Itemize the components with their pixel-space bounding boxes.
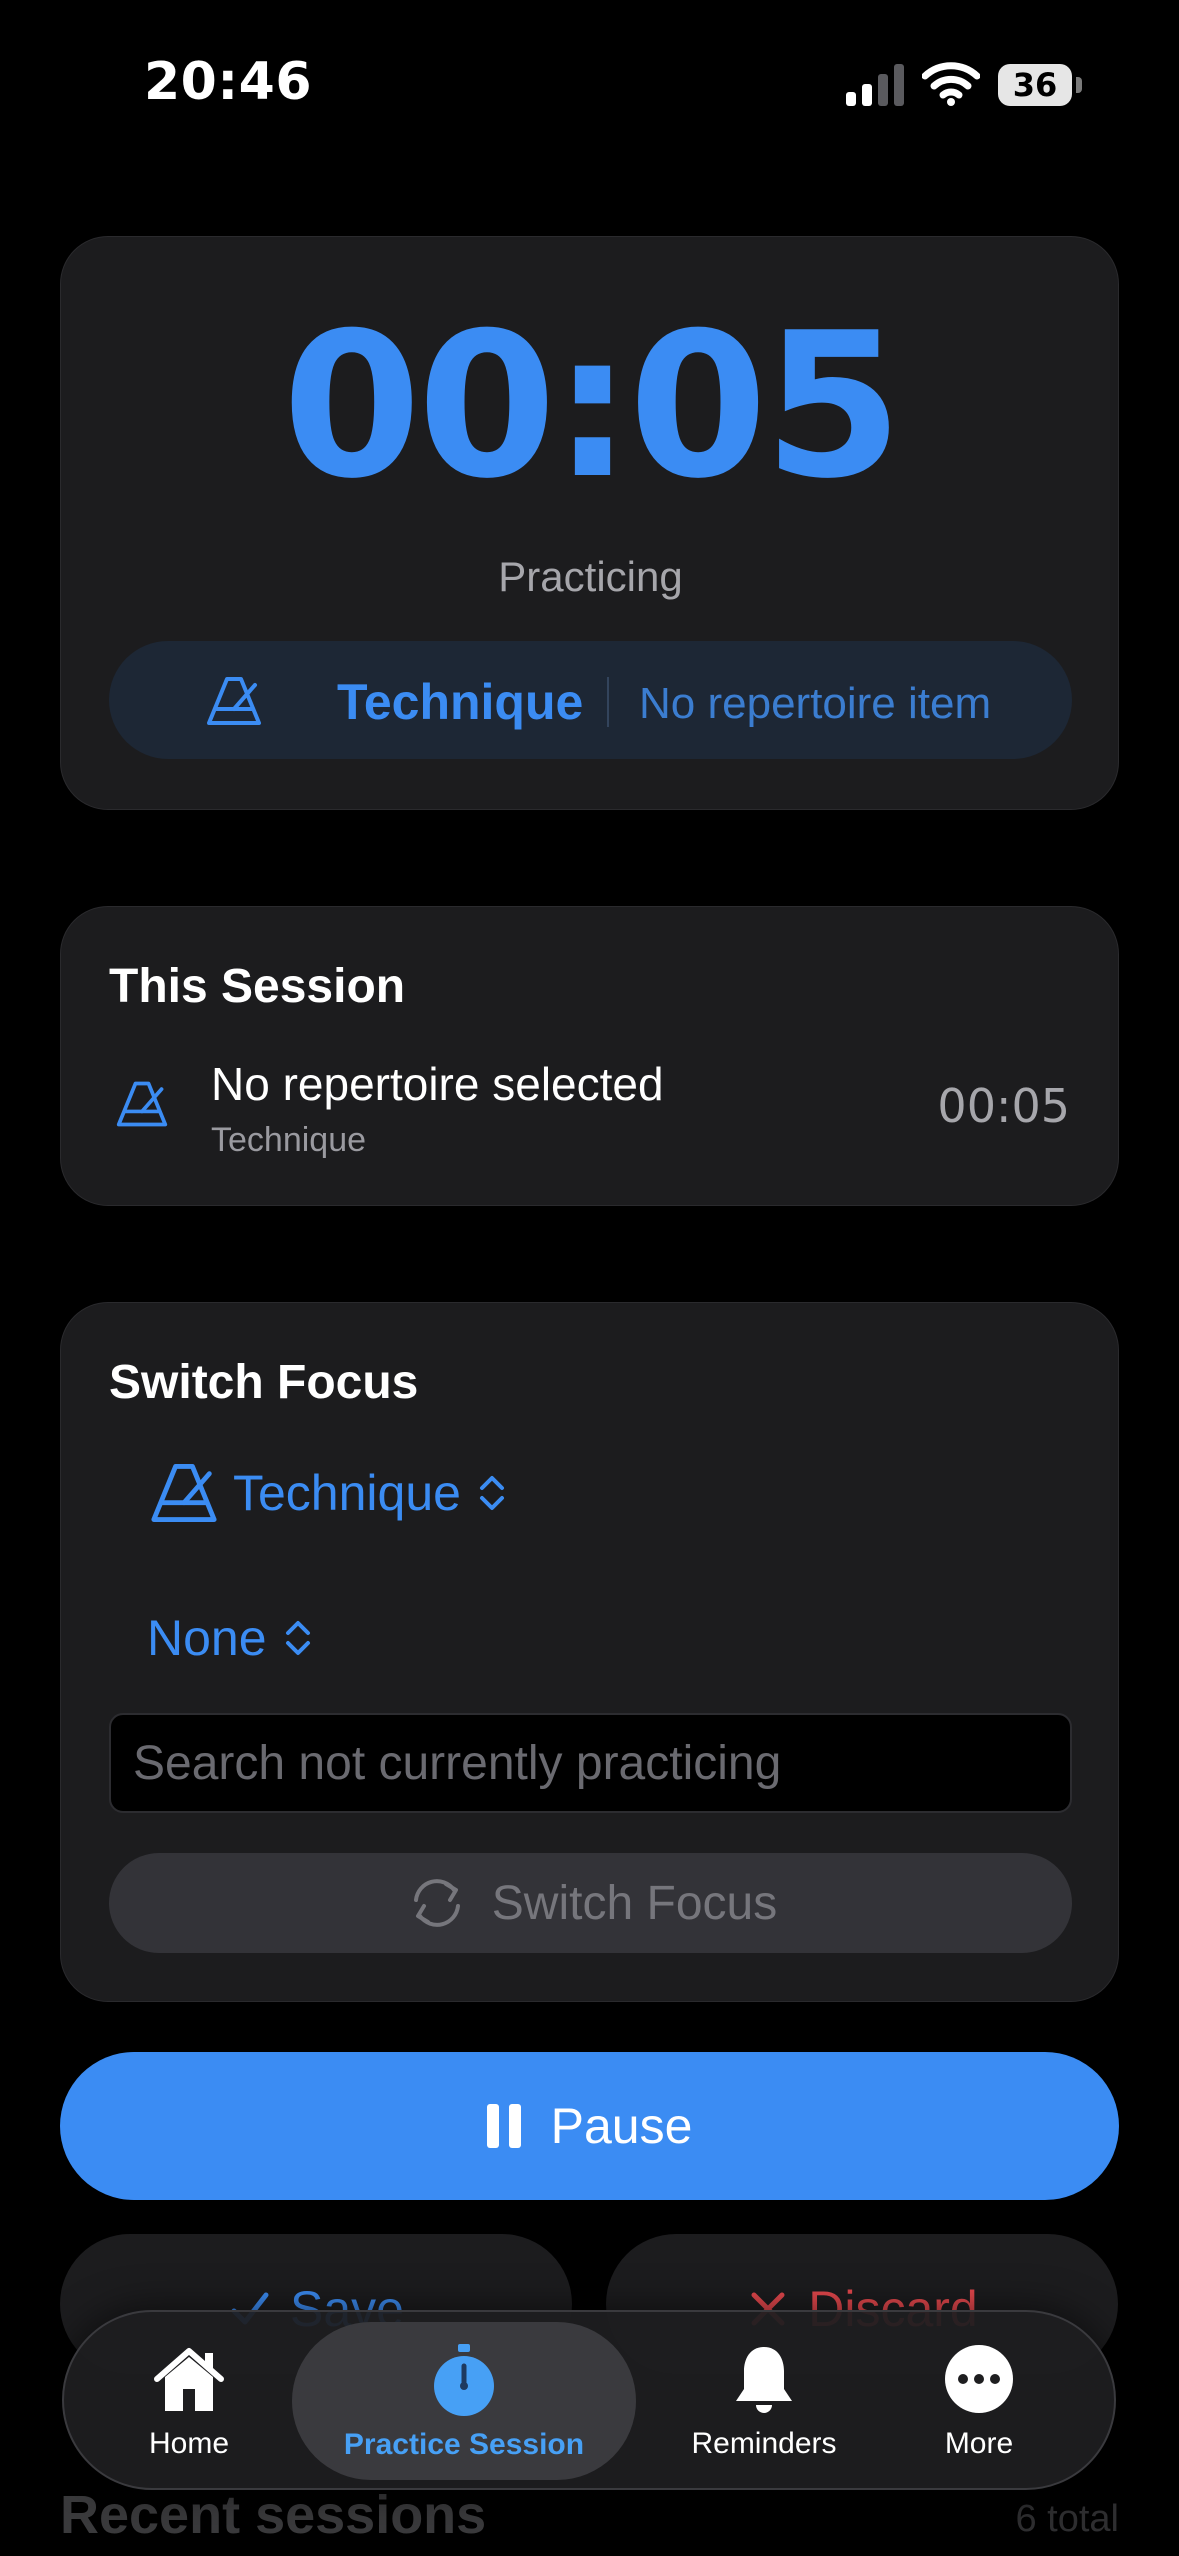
battery-level: 36 — [998, 64, 1072, 106]
switch-focus-button-label: Switch Focus — [491, 1876, 778, 1930]
tab-practice-session[interactable]: Practice Session — [292, 2322, 636, 2480]
current-repertoire: No repertoire item — [639, 679, 992, 728]
session-item-time: 00:05 — [937, 1079, 1070, 1133]
battery-nub — [1076, 77, 1082, 93]
search-input[interactable]: Search not currently practicing — [109, 1713, 1072, 1813]
tab-reminders-label: Reminders — [691, 2427, 837, 2460]
timer-card: 00:05 Practicing Technique No repertoire… — [60, 236, 1119, 810]
refresh-icon — [413, 1879, 460, 1927]
house-icon — [154, 2348, 224, 2411]
more-ellipsis-icon — [945, 2345, 1013, 2413]
tab-bar: Home Practice Session Reminders More — [62, 2310, 1116, 2490]
switch-focus-button[interactable]: Switch Focus — [109, 1853, 1072, 1953]
current-focus-pill: Technique No repertoire item — [109, 641, 1072, 759]
chevron-up-down-icon — [479, 1476, 504, 1510]
tab-home-label: Home — [148, 2427, 230, 2460]
metronome-icon — [207, 677, 261, 725]
stopwatch-icon — [434, 2344, 494, 2416]
tab-reminders[interactable]: Reminders — [664, 2312, 864, 2488]
timer-display: 00:05 — [282, 290, 903, 523]
session-item-name: No repertoire selected — [211, 1058, 664, 1110]
recent-sessions-count: 6 total — [1015, 2498, 1119, 2540]
wifi-icon — [922, 62, 980, 106]
pill-divider — [607, 677, 609, 727]
recent-sessions-title: Recent sessions — [60, 2485, 487, 2545]
tab-home[interactable]: Home — [124, 2312, 254, 2488]
switch-focus-title: Switch Focus — [109, 1356, 419, 1409]
chevron-up-down-icon — [285, 1621, 310, 1655]
metronome-icon — [116, 1081, 168, 1127]
this-session-card: This Session No repertoire selected Tech… — [60, 906, 1119, 1206]
category-picker-value: Technique — [233, 1465, 461, 1521]
switch-focus-card: Switch Focus Technique None Search not c… — [60, 1302, 1119, 2002]
tab-more[interactable]: More — [914, 2312, 1044, 2488]
metronome-icon — [151, 1464, 217, 1522]
repertoire-picker-value: None — [147, 1610, 267, 1666]
cellular-signal-icon — [846, 64, 904, 106]
pause-icon — [486, 2104, 521, 2148]
timer-status: Practicing — [498, 553, 683, 600]
session-item-category: Technique — [211, 1121, 367, 1159]
status-time: 20:46 — [144, 52, 313, 112]
this-session-title: This Session — [109, 960, 406, 1013]
bell-icon — [736, 2347, 792, 2413]
current-category: Technique — [337, 674, 584, 730]
category-picker[interactable]: Technique — [149, 1461, 509, 1525]
tab-more-label: More — [944, 2427, 1014, 2460]
battery-indicator: 36 — [998, 64, 1082, 106]
pause-button[interactable]: Pause — [60, 2052, 1119, 2200]
search-placeholder: Search not currently practicing — [133, 1736, 782, 1790]
repertoire-picker[interactable]: None — [147, 1609, 315, 1667]
pause-button-label: Pause — [550, 2098, 693, 2154]
tab-practice-label: Practice Session — [343, 2428, 585, 2461]
